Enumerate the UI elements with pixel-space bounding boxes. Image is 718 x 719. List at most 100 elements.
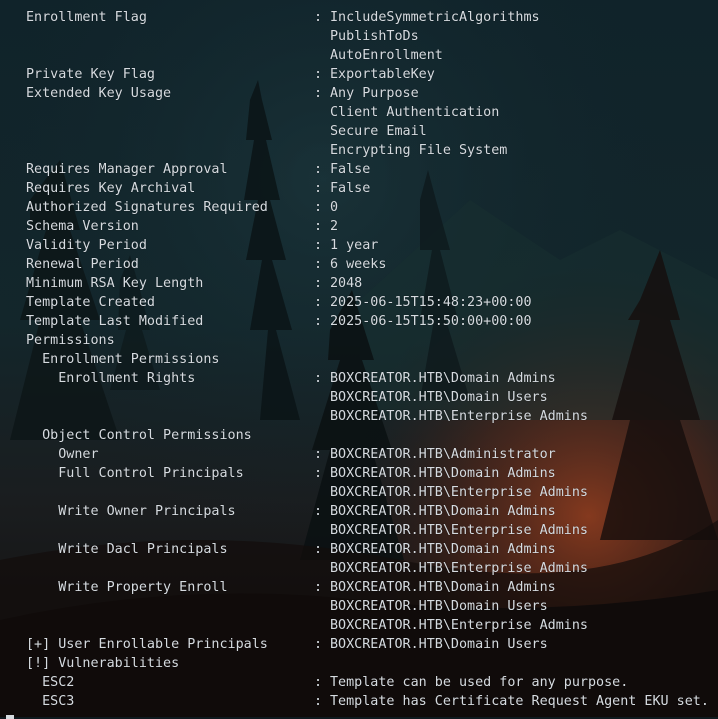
field-key: Write Dacl Principals — [26, 542, 228, 557]
field-value: PublishToDs — [330, 29, 419, 44]
terminal-output: Enrollment Flag: IncludeSymmetricAlgorith… — [0, 0, 718, 717]
terminal-line: Write Property Enroll: BOXCREATOR.HTB\Dom… — [26, 578, 718, 597]
field-separator — [314, 388, 330, 407]
field-value — [330, 331, 718, 350]
field-key: Write Property Enroll — [26, 580, 228, 595]
terminal-line: Enrollment Rights: BOXCREATOR.HTB\Domain … — [26, 369, 718, 388]
field-key — [26, 559, 314, 578]
field-separator — [314, 407, 330, 426]
field-key — [26, 122, 314, 141]
terminal-line: Authorized Signatures Required:0 — [26, 198, 718, 217]
field-key: Write Owner Principals — [26, 504, 236, 519]
field-value: BOXCREATOR.HTB\Domain Admins — [330, 504, 556, 519]
field-separator — [314, 654, 330, 673]
field-value: BOXCREATOR.HTB\Enterprise Admins — [330, 409, 588, 424]
field-separator: : — [314, 10, 323, 25]
field-separator — [314, 122, 330, 141]
terminal-line: Validity Period:1 year — [26, 236, 718, 255]
field-separator: : — [314, 181, 323, 196]
terminal-line: BOXCREATOR.HTB\Domain Users — [26, 388, 718, 407]
field-separator: : — [314, 542, 323, 557]
field-key — [26, 597, 314, 616]
field-value: BOXCREATOR.HTB\Domain Admins — [330, 580, 556, 595]
field-key: Minimum RSA Key Length — [26, 276, 204, 291]
terminal-line: Owner: BOXCREATOR.HTB\Administrator — [26, 445, 718, 464]
terminal-line: BOXCREATOR.HTB\Enterprise Admins — [26, 521, 718, 540]
field-key: Private Key Flag — [26, 67, 155, 82]
terminal-line: Full Control Principals: BOXCREATOR.HTB\D… — [26, 464, 718, 483]
terminal-line: Write Owner Principals: BOXCREATOR.HTB\Do… — [26, 502, 718, 521]
field-key: Owner — [26, 447, 99, 462]
terminal-line: Write Dacl Principals: BOXCREATOR.HTB\Dom… — [26, 540, 718, 559]
field-key: ESC2 — [26, 675, 75, 690]
field-value: BOXCREATOR.HTB\Domain Admins — [330, 542, 556, 557]
terminal-line: ESC2: Template can be used for any purpos… — [26, 673, 718, 692]
terminal-line: Template Last Modified:2025-06-15T15:50:… — [26, 312, 718, 331]
terminal-line: BOXCREATOR.HTB\Enterprise Admins — [26, 559, 718, 578]
field-value: Encrypting File System — [330, 143, 508, 158]
field-value: BOXCREATOR.HTB\Domain Admins — [330, 371, 556, 386]
field-key — [26, 46, 314, 65]
field-separator — [314, 46, 330, 65]
terminal-line: Secure Email — [26, 122, 718, 141]
field-key: Requires Manager Approval — [26, 162, 228, 177]
field-key — [26, 407, 314, 426]
field-value: False — [330, 181, 371, 196]
field-separator: : — [314, 67, 323, 82]
terminal-line: BOXCREATOR.HTB\Enterprise Admins — [26, 616, 718, 635]
field-value: 2025-06-15T15:50:00+00:00 — [330, 314, 532, 329]
field-key — [26, 103, 314, 122]
field-separator: : — [314, 371, 323, 386]
field-value — [330, 426, 718, 445]
field-key: Permissions — [26, 333, 115, 348]
field-separator — [314, 350, 330, 369]
terminal-line: Template Created:2025-06-15T15:48:23+00:… — [26, 293, 718, 312]
field-value: BOXCREATOR.HTB\Enterprise Admins — [330, 523, 588, 538]
field-value: IncludeSymmetricAlgorithms — [330, 10, 540, 25]
terminal-line: Private Key Flag: ExportableKey — [26, 65, 718, 84]
field-separator: : — [314, 466, 323, 481]
field-separator: : — [314, 257, 323, 272]
field-value: BOXCREATOR.HTB\Administrator — [330, 447, 556, 462]
field-key — [26, 521, 314, 540]
terminal-cursor — [6, 715, 14, 719]
field-value: ExportableKey — [330, 67, 435, 82]
field-separator: : — [314, 580, 323, 595]
field-separator — [314, 331, 330, 350]
field-key — [26, 27, 314, 46]
field-value: Secure Email — [330, 124, 427, 139]
field-value: Template can be used for any purpose. — [330, 675, 629, 690]
field-separator — [314, 559, 330, 578]
field-value — [330, 350, 718, 369]
field-separator — [314, 483, 330, 502]
terminal-line: Extended Key Usage: Any Purpose — [26, 84, 718, 103]
field-value: BOXCREATOR.HTB\Enterprise Admins — [330, 618, 588, 633]
terminal-line: AutoEnrollment — [26, 46, 718, 65]
field-value: BOXCREATOR.HTB\Enterprise Admins — [330, 561, 588, 576]
field-key — [26, 141, 314, 160]
terminal-line: Schema Version:2 — [26, 217, 718, 236]
field-value: Template has Certificate Request Agent E… — [330, 694, 709, 709]
terminal-line: Enrollment Permissions — [26, 350, 718, 369]
field-separator — [314, 426, 330, 445]
field-key: Requires Key Archival — [26, 181, 196, 196]
field-key: Validity Period — [26, 238, 147, 253]
terminal-line: Requires Key Archival: False — [26, 179, 718, 198]
terminal-line: ESC3: Template has Certificate Request Ag… — [26, 692, 718, 711]
field-key: [!] Vulnerabilities — [26, 656, 180, 671]
field-separator: : — [314, 162, 323, 177]
terminal-line: [+] User Enrollable Principals: BOXCREATO… — [26, 635, 718, 654]
field-key: Schema Version — [26, 219, 139, 234]
terminal-line: BOXCREATOR.HTB\Enterprise Admins — [26, 483, 718, 502]
field-value: 6 weeks — [330, 257, 387, 272]
field-key: ESC3 — [26, 694, 75, 709]
field-separator — [314, 27, 330, 46]
field-value: 2048 — [330, 276, 363, 291]
field-value: AutoEnrollment — [330, 48, 443, 63]
field-separator — [314, 103, 330, 122]
field-value: Any Purpose — [330, 86, 419, 101]
field-value: 1 year — [330, 238, 379, 253]
terminal-line: Minimum RSA Key Length:2048 — [26, 274, 718, 293]
field-value: BOXCREATOR.HTB\Enterprise Admins — [330, 485, 588, 500]
field-key: Authorized Signatures Required — [26, 200, 268, 215]
